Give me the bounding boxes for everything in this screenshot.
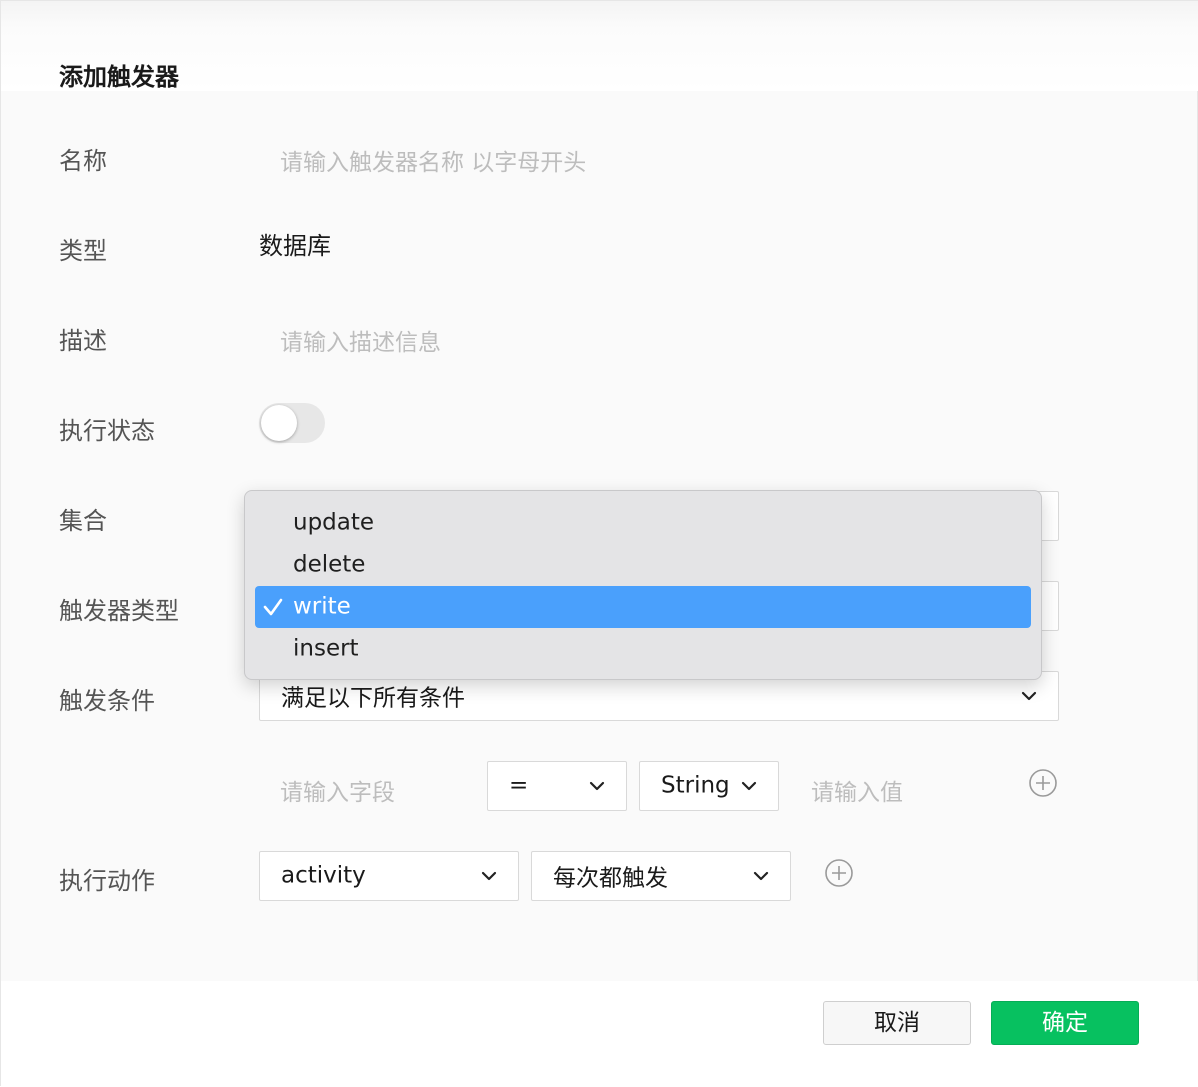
status-label: 执行状态 [59,417,155,445]
menu-item-label: update [293,509,375,536]
condition-value-input[interactable]: 请输入值 [811,773,903,807]
type-label: 类型 [59,237,107,265]
trigger-type-dropdown-menu: update delete write insert [244,490,1042,680]
datatype-value: String [661,772,730,799]
menu-item-label: delete [293,551,366,578]
datatype-select[interactable]: String [639,761,779,811]
menu-item-update[interactable]: update [255,502,1031,544]
description-input[interactable]: 请输入描述信息 [280,323,441,357]
dialog-header [1,1,1198,91]
dialog-title: 添加触发器 [59,63,179,91]
toggle-knob [261,405,297,441]
action-function-select[interactable]: activity [259,851,519,901]
operator-value: = [509,772,529,799]
chevron-down-icon [753,871,769,881]
menu-item-write[interactable]: write [255,586,1031,628]
name-input[interactable]: 请输入触发器名称 以字母开头 [280,143,586,177]
add-action-icon[interactable] [824,858,854,888]
cancel-button[interactable]: 取消 [823,1001,971,1045]
add-condition-icon[interactable] [1028,768,1058,798]
menu-item-delete[interactable]: delete [255,544,1031,586]
action-frequency-value: 每次都触发 [553,865,668,892]
description-label: 描述 [59,327,107,355]
condition-field-input[interactable]: 请输入字段 [280,773,395,807]
action-function-value: activity [281,862,366,889]
checkmark-icon [263,598,283,616]
menu-item-insert[interactable]: insert [255,628,1031,670]
collection-label: 集合 [59,507,107,535]
type-value: 数据库 [259,232,331,260]
status-toggle[interactable] [259,403,325,443]
trigger-type-label: 触发器类型 [59,597,179,625]
action-frequency-select[interactable]: 每次都触发 [531,851,791,901]
chevron-down-icon [741,781,757,791]
operator-select[interactable]: = [487,761,627,811]
confirm-button[interactable]: 确定 [991,1001,1139,1045]
name-label: 名称 [59,147,107,175]
chevron-down-icon [481,871,497,881]
add-trigger-dialog: 添加触发器 名称 请输入触发器名称 以字母开头 类型 数据库 描述 请输入描述信… [0,0,1198,1087]
condition-label: 触发条件 [59,687,155,715]
chevron-down-icon [1021,691,1037,701]
condition-mode-value: 满足以下所有条件 [281,685,465,712]
menu-item-label: insert [293,635,359,662]
menu-item-label: write [293,593,351,620]
action-label: 执行动作 [59,867,155,895]
chevron-down-icon [589,781,605,791]
